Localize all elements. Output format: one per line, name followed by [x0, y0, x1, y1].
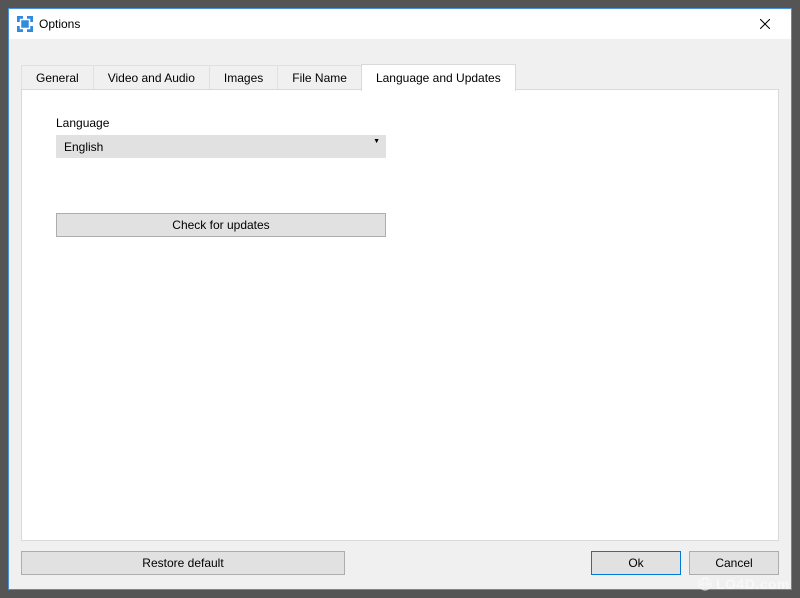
- options-dialog: Options General Video and Audio Images F…: [8, 8, 792, 590]
- language-dropdown[interactable]: English ▼: [56, 135, 386, 158]
- tab-label: Images: [224, 71, 263, 85]
- tab-label: File Name: [292, 71, 347, 85]
- button-label: Ok: [628, 556, 643, 570]
- tab-label: Video and Audio: [108, 71, 195, 85]
- app-icon: [17, 16, 33, 32]
- tab-images[interactable]: Images: [209, 65, 277, 90]
- close-icon: [760, 19, 770, 29]
- dialog-footer: Restore default Ok Cancel: [21, 549, 779, 577]
- chevron-down-icon: ▼: [373, 138, 380, 145]
- button-label: Check for updates: [172, 218, 269, 232]
- ok-button[interactable]: Ok: [591, 551, 681, 575]
- tab-page-language-updates: Language English ▼ Check for updates: [21, 89, 779, 541]
- check-updates-button[interactable]: Check for updates: [56, 213, 386, 237]
- tab-video-audio[interactable]: Video and Audio: [93, 65, 209, 90]
- tab-language-updates[interactable]: Language and Updates: [361, 64, 516, 91]
- restore-default-button[interactable]: Restore default: [21, 551, 345, 575]
- client-area: General Video and Audio Images File Name…: [9, 39, 791, 589]
- language-value: English: [64, 140, 103, 154]
- tabstrip: General Video and Audio Images File Name…: [21, 63, 516, 90]
- language-label: Language: [56, 116, 744, 130]
- tab-label: General: [36, 71, 79, 85]
- button-label: Cancel: [715, 556, 752, 570]
- window-title: Options: [39, 17, 745, 31]
- tab-label: Language and Updates: [376, 71, 501, 85]
- titlebar: Options: [9, 9, 791, 39]
- button-label: Restore default: [142, 556, 223, 570]
- tab-file-name[interactable]: File Name: [277, 65, 361, 90]
- tab-general[interactable]: General: [21, 65, 93, 90]
- close-button[interactable]: [745, 10, 785, 38]
- cancel-button[interactable]: Cancel: [689, 551, 779, 575]
